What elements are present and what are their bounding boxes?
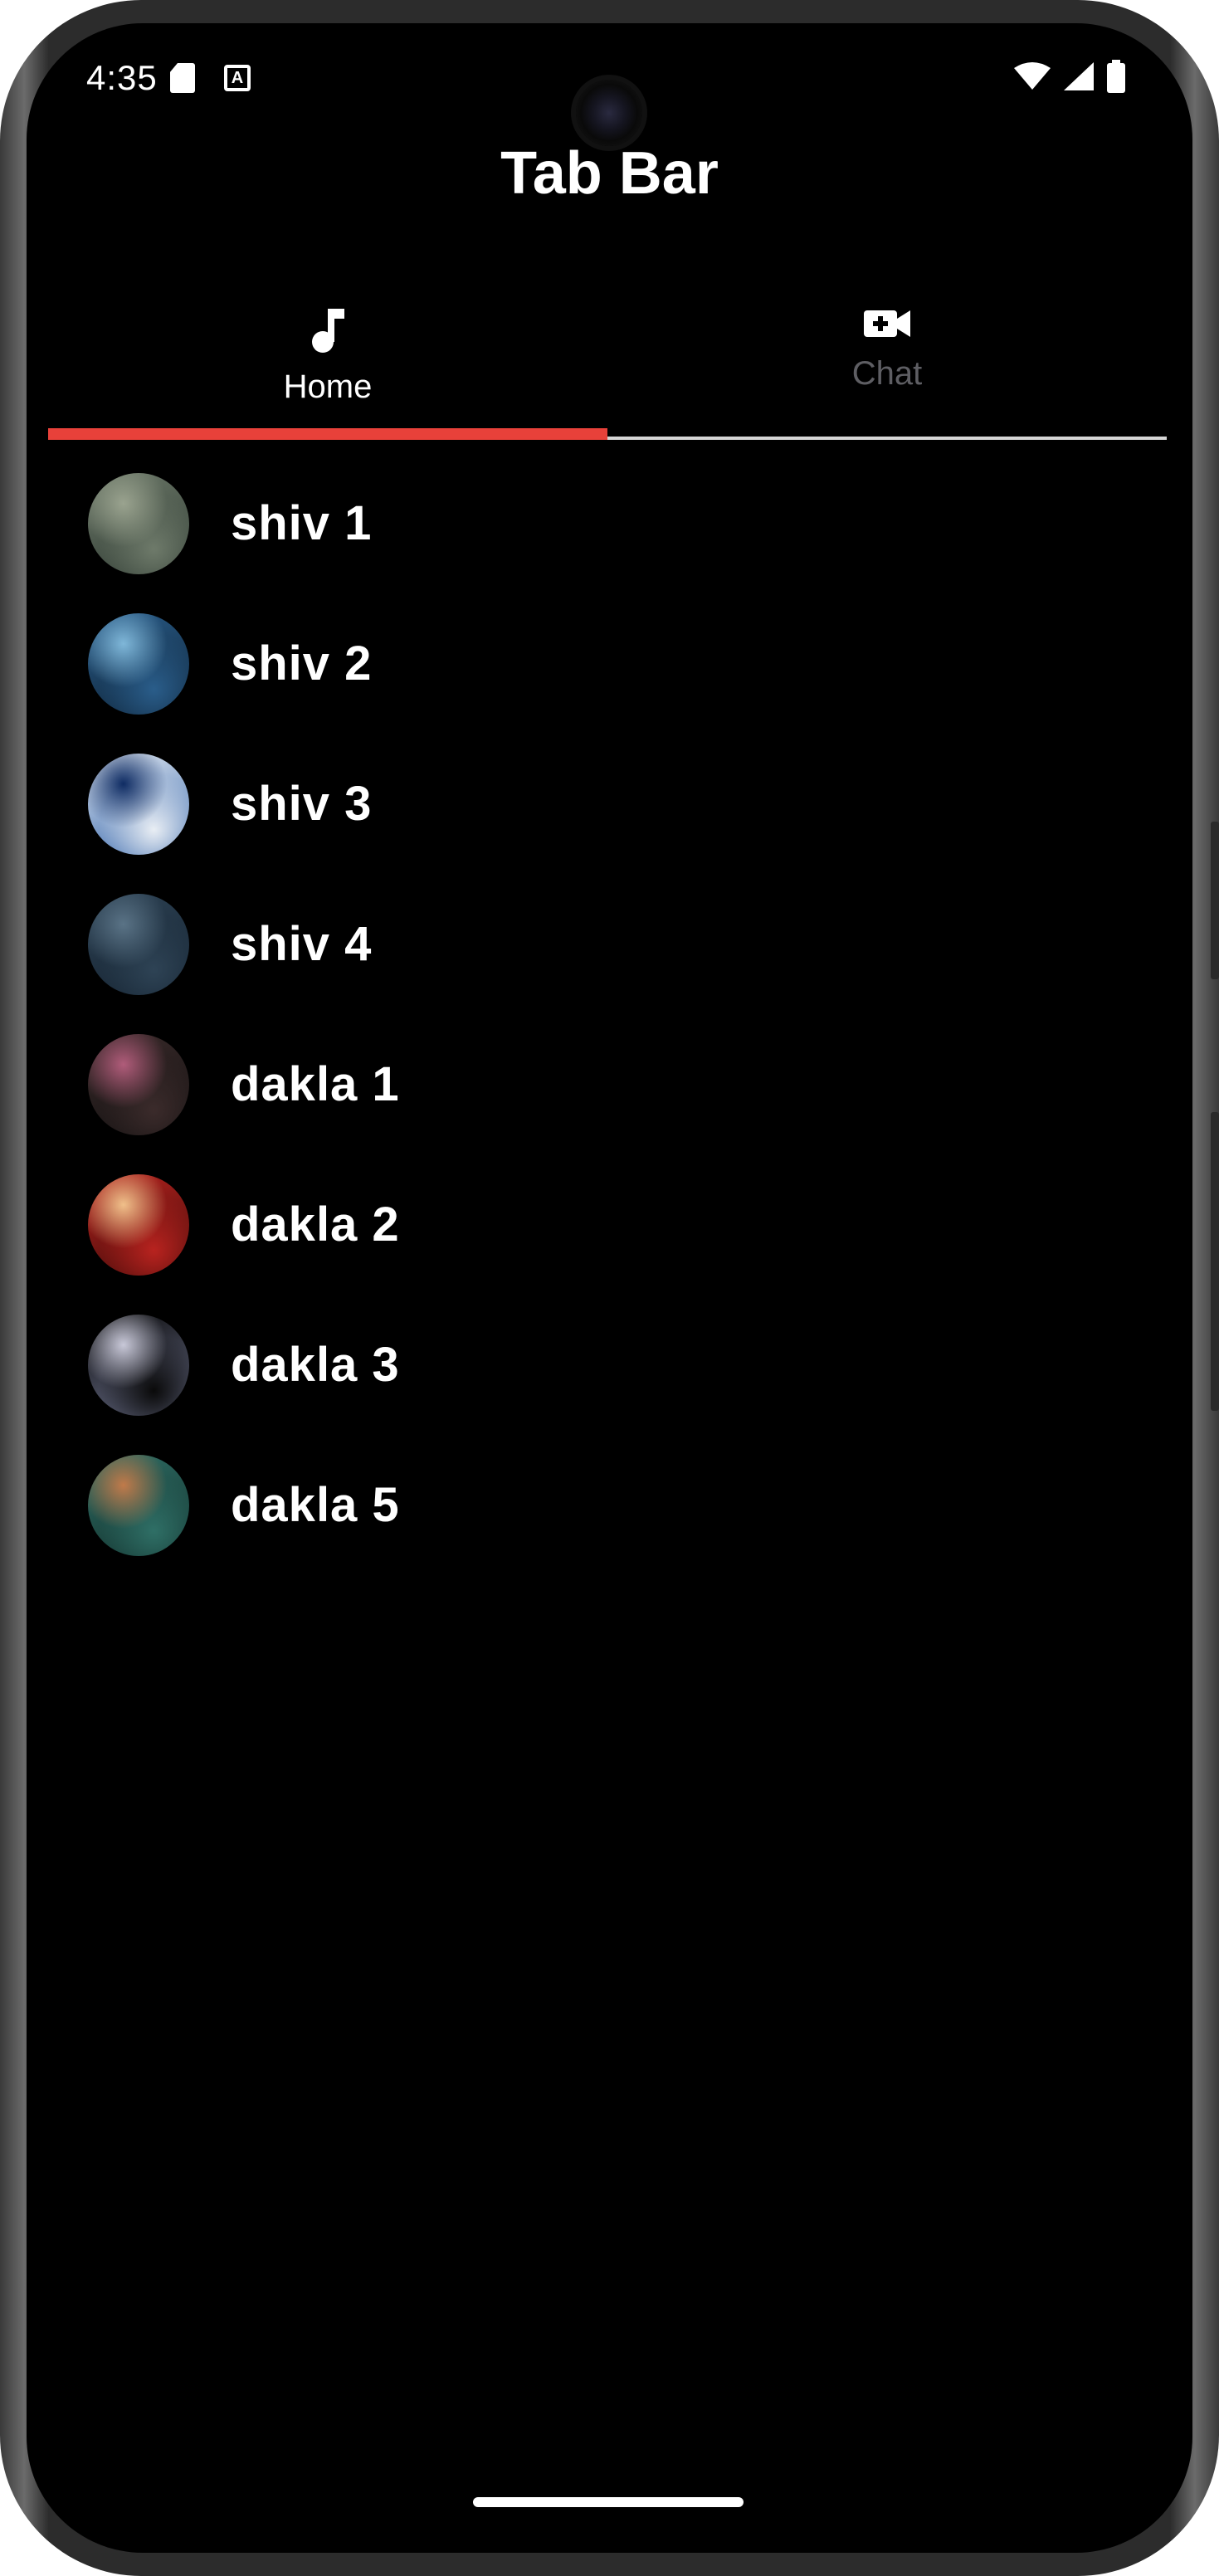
screen: 4:35 A Tab Bar Home Chat shiv 1 shiv 2 s… xyxy=(27,23,1192,2553)
volume-button xyxy=(1211,822,1219,979)
list-item[interactable]: shiv 4 xyxy=(27,874,1192,1014)
battery-icon xyxy=(1107,60,1125,93)
song-title: dakla 2 xyxy=(231,1198,400,1251)
song-art-avatar xyxy=(88,753,189,855)
signal-icon xyxy=(1064,62,1094,90)
song-title: shiv 2 xyxy=(231,637,373,690)
page-title: Tab Bar xyxy=(500,140,719,207)
song-art-avatar xyxy=(88,1454,189,1556)
tab-chat-label: Chat xyxy=(851,355,923,392)
home-indicator[interactable] xyxy=(473,2497,744,2507)
font-a-icon: A xyxy=(224,65,251,91)
tab-home-label: Home xyxy=(283,368,373,405)
list-item[interactable]: dakla 5 xyxy=(27,1435,1192,1575)
tab-home[interactable]: Home xyxy=(48,272,607,446)
song-art-avatar xyxy=(88,1314,189,1416)
music-note-icon xyxy=(312,309,344,353)
song-art-avatar xyxy=(88,472,189,574)
song-title: shiv 3 xyxy=(231,777,373,831)
song-art-avatar xyxy=(88,893,189,995)
list-item[interactable]: dakla 2 xyxy=(27,1154,1192,1295)
sd-card-icon xyxy=(170,63,195,93)
status-icons xyxy=(1013,60,1126,93)
list-item[interactable]: shiv 1 xyxy=(27,453,1192,593)
list-item[interactable]: shiv 2 xyxy=(27,593,1192,734)
list-item[interactable]: dakla 1 xyxy=(27,1014,1192,1154)
song-list: shiv 1 shiv 2 shiv 3 shiv 4 dakla 1 dakl… xyxy=(27,453,1192,1575)
wifi-icon xyxy=(1014,62,1051,90)
song-title: dakla 1 xyxy=(231,1057,400,1111)
front-camera xyxy=(576,80,642,146)
song-title: shiv 1 xyxy=(231,496,373,550)
list-item[interactable]: shiv 3 xyxy=(27,734,1192,874)
song-title: dakla 5 xyxy=(231,1478,400,1532)
song-art-avatar xyxy=(88,1173,189,1276)
tab-indicator xyxy=(48,428,607,440)
video-call-icon xyxy=(864,310,910,337)
song-art-avatar xyxy=(88,1033,189,1135)
song-title: shiv 4 xyxy=(231,917,373,971)
song-art-avatar xyxy=(88,612,189,715)
tab-bar: Home Chat xyxy=(48,272,1167,446)
list-item[interactable]: dakla 3 xyxy=(27,1295,1192,1435)
song-title: dakla 3 xyxy=(231,1338,400,1392)
device-frame: 4:35 A Tab Bar Home Chat shiv 1 shiv 2 s… xyxy=(0,0,1219,2576)
tab-chat[interactable]: Chat xyxy=(607,272,1167,446)
power-button xyxy=(1211,1112,1219,1411)
status-time: 4:35 xyxy=(86,58,158,97)
